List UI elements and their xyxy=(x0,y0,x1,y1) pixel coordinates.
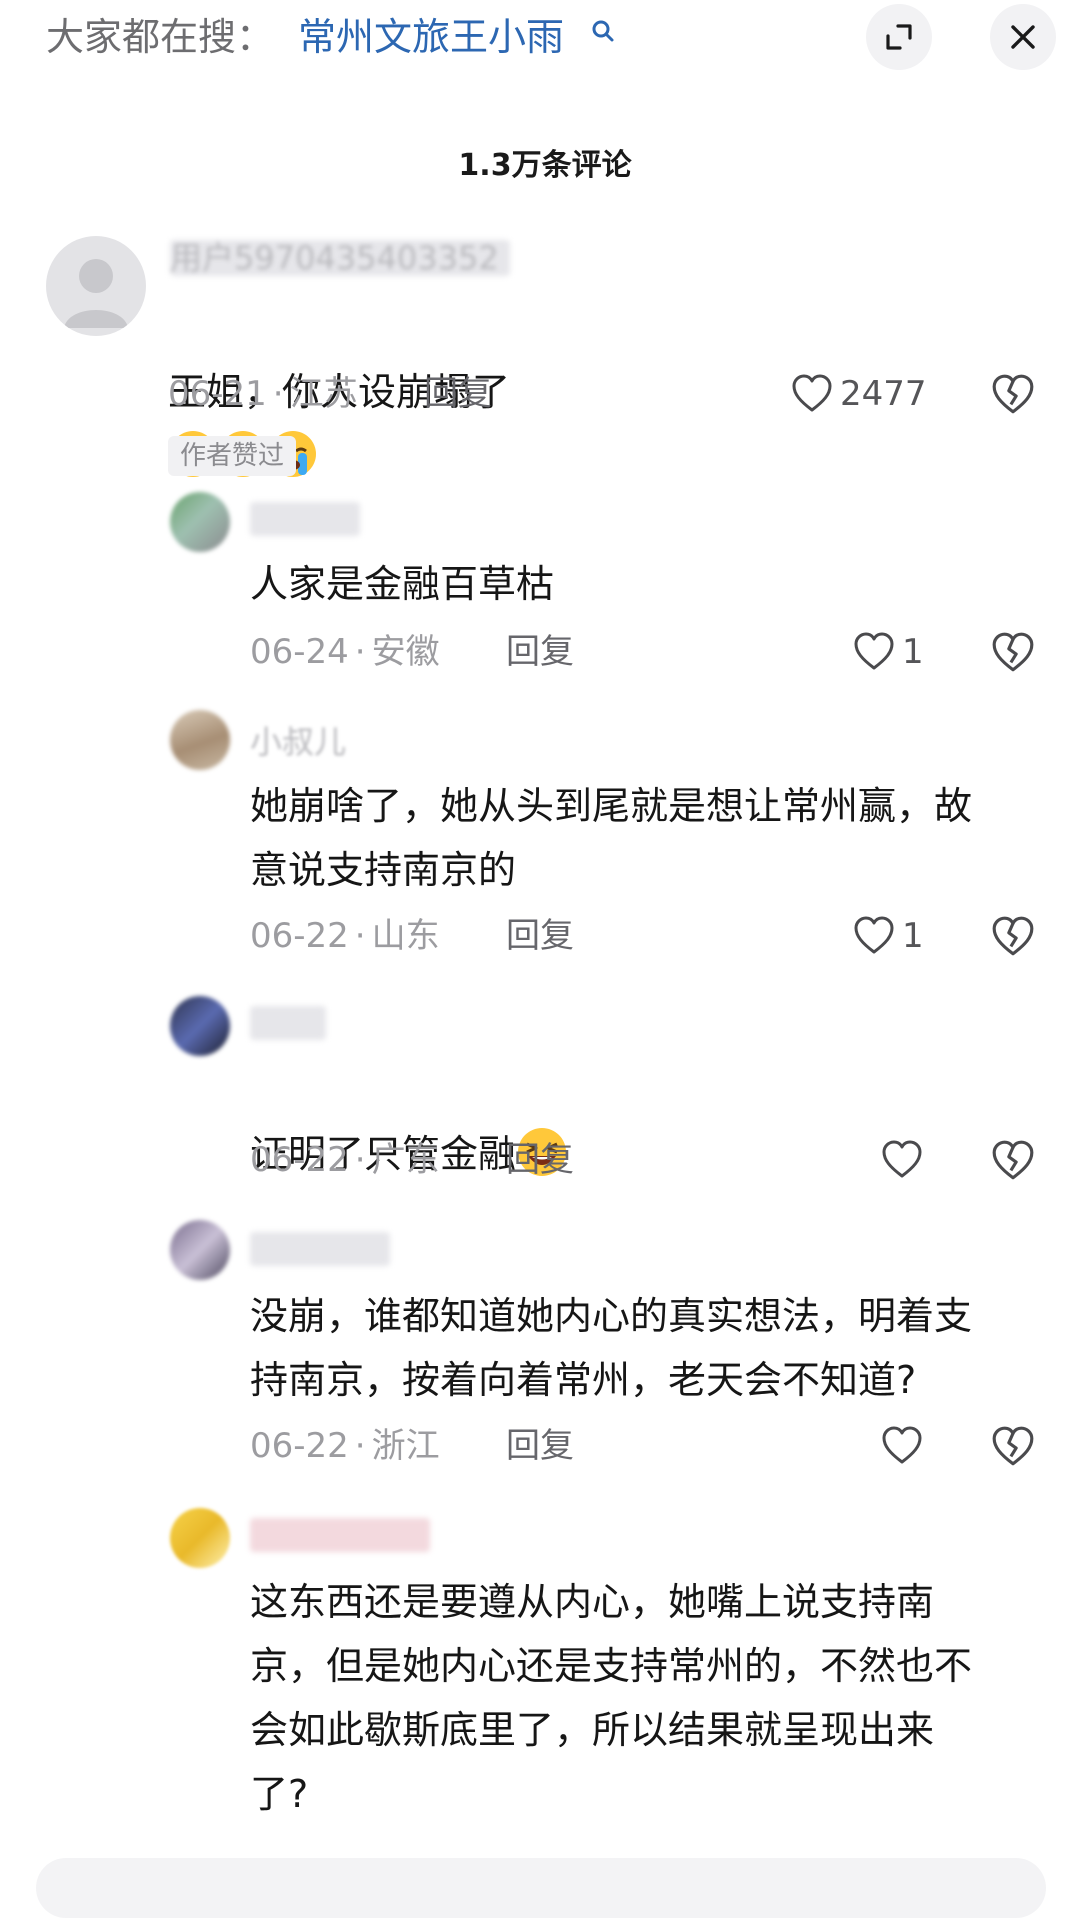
like-count: 2477 xyxy=(840,374,927,414)
comment-date: 06-24 xyxy=(250,632,349,672)
comments-count-title: 1.3万条评论 xyxy=(458,148,632,183)
heart-icon xyxy=(882,1140,922,1178)
comment-location: 江苏 xyxy=(289,374,358,414)
heart-icon xyxy=(854,916,894,954)
username-blurred xyxy=(250,502,360,536)
avatar[interactable] xyxy=(170,1508,230,1568)
heart-icon xyxy=(792,374,832,412)
username-blurred xyxy=(250,1006,326,1040)
search-suggestion-bar: 大家都在搜： 常州文旅王小雨 xyxy=(0,0,1080,80)
reply-button[interactable]: 回复 xyxy=(506,912,574,960)
like-button[interactable]: 1 xyxy=(852,628,924,676)
author-liked-badge: 作者赞过 xyxy=(168,436,297,476)
avatar[interactable] xyxy=(46,236,146,336)
avatar[interactable] xyxy=(170,710,230,770)
comment-location: 广东 xyxy=(371,1140,440,1180)
like-count: 1 xyxy=(902,632,924,672)
like-button[interactable]: 2477 xyxy=(790,370,927,418)
reply-button[interactable]: 回复 xyxy=(506,628,574,676)
reply-button[interactable]: 回复 xyxy=(424,370,492,418)
comment-input-bar[interactable] xyxy=(36,1858,1046,1918)
expand-icon xyxy=(886,24,912,50)
comment-date: 06-22 xyxy=(250,1426,349,1466)
close-icon xyxy=(1011,25,1035,49)
broken-heart-icon[interactable] xyxy=(990,372,1036,418)
avatar[interactable] xyxy=(170,996,230,1056)
close-button[interactable] xyxy=(990,4,1056,70)
comment-username[interactable]: 小叔儿 xyxy=(250,722,346,762)
search-suggestion-link[interactable]: 常州文旅王小雨 xyxy=(298,10,564,64)
broken-heart-icon[interactable] xyxy=(990,1138,1036,1184)
like-button[interactable] xyxy=(880,1136,924,1184)
username-blurred xyxy=(250,1518,430,1552)
search-icon[interactable] xyxy=(590,18,616,44)
search-prefix-label: 大家都在搜： xyxy=(46,15,275,59)
comment-meta: 06-22 · 山东 xyxy=(250,916,440,956)
comment-username[interactable]: 用户5970435403352 xyxy=(170,238,499,278)
comment-location: 山东 xyxy=(371,916,440,956)
comment-meta: 06-22 · 浙江 xyxy=(250,1426,440,1466)
comment-text: 没崩，谁都知道她内心的真实想法，明着支 持南京，按着向着常州，老天会不知道? xyxy=(250,1294,973,1402)
default-avatar-icon xyxy=(64,259,128,328)
reply-button[interactable]: 回复 xyxy=(506,1422,574,1470)
comment-location: 浙江 xyxy=(371,1426,440,1466)
avatar[interactable] xyxy=(170,492,230,552)
comment-date: 06-21 xyxy=(168,374,267,414)
username-blurred xyxy=(250,1232,390,1266)
heart-icon xyxy=(882,1426,922,1464)
comment-date: 06-22 xyxy=(250,1140,349,1180)
comment-meta: 06-24 · 安徽 xyxy=(250,632,440,672)
comment-text: 人家是金融百草枯 xyxy=(250,562,555,606)
broken-heart-icon[interactable] xyxy=(990,1424,1036,1470)
avatar[interactable] xyxy=(170,1220,230,1280)
comment-date: 06-22 xyxy=(250,916,349,956)
heart-icon xyxy=(854,632,894,670)
comment-meta: 06-21 · 江苏 xyxy=(168,374,358,414)
like-count: 1 xyxy=(902,916,924,956)
like-button[interactable]: 1 xyxy=(852,912,924,960)
broken-heart-icon[interactable] xyxy=(990,914,1036,960)
comment-text: 这东西还是要遵从内心，她嘴上说支持南 京，但是她内心还是支持常州的，不然也不 会… xyxy=(250,1580,973,1816)
broken-heart-icon[interactable] xyxy=(990,630,1036,676)
like-button[interactable] xyxy=(880,1422,924,1470)
comment-location: 安徽 xyxy=(371,632,440,672)
comment-text: 她崩啥了，她从头到尾就是想让常州赢，故 意说支持南京的 xyxy=(250,784,973,892)
reply-button[interactable]: 回复 xyxy=(506,1136,574,1184)
expand-button[interactable] xyxy=(866,4,932,70)
comment-meta: 06-22 · 广东 xyxy=(250,1140,440,1180)
